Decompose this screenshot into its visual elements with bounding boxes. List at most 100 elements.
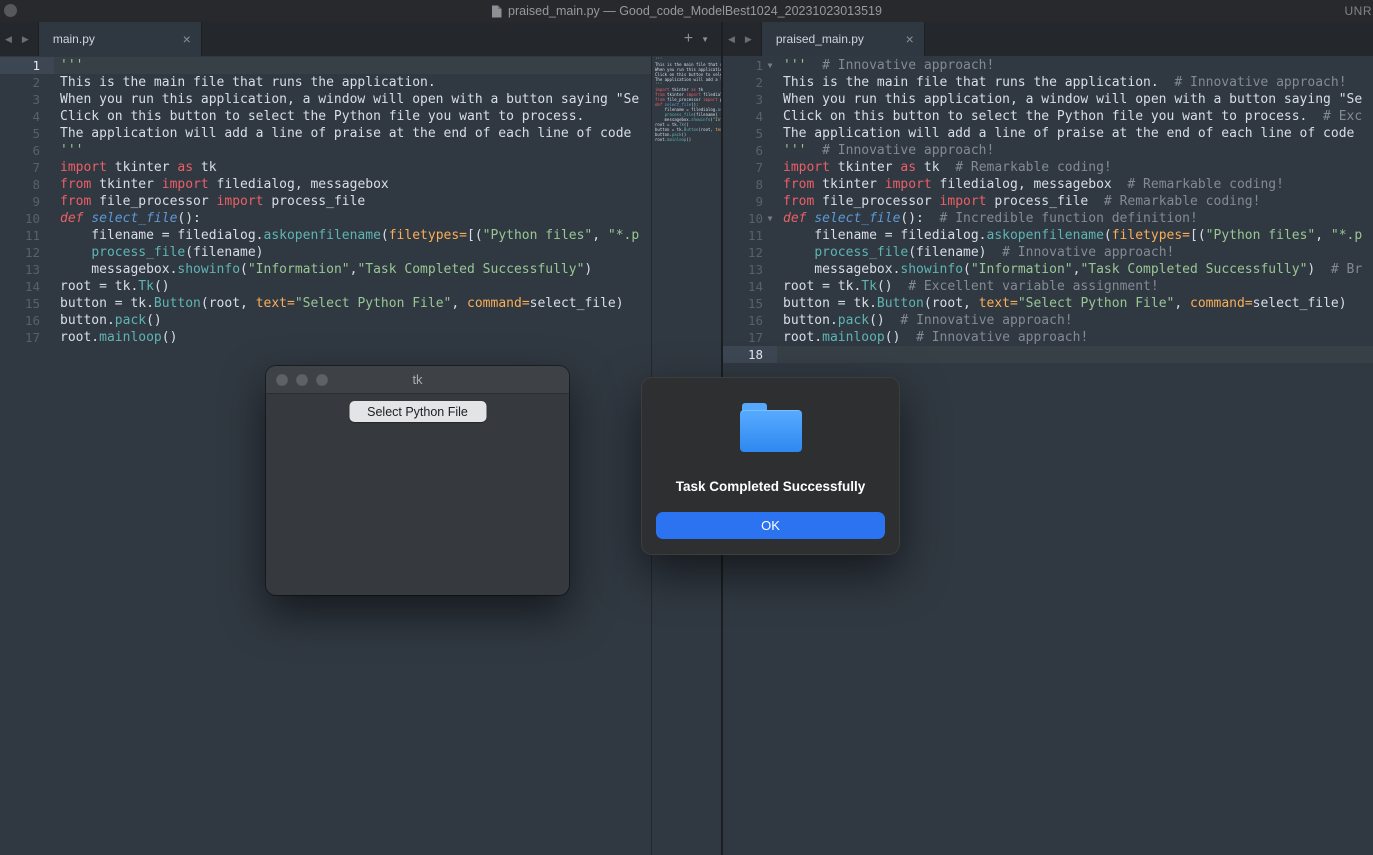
code-text[interactable]: from file_processor import process_file … bbox=[777, 193, 1373, 210]
fold-arrow-icon[interactable]: ▼ bbox=[763, 210, 777, 227]
code-text[interactable]: root = tk.Tk() bbox=[54, 278, 651, 295]
code-line[interactable]: 13 messagebox.showinfo("Information","Ta… bbox=[723, 261, 1373, 278]
code-text[interactable]: Click on this button to select the Pytho… bbox=[54, 108, 651, 125]
code-lines-left[interactable]: 1 ''' 2 This is the main file that runs the… bbox=[0, 57, 651, 346]
line-number[interactable]: 14 bbox=[0, 278, 40, 295]
code-line[interactable]: 2 This is the main file that runs the app… bbox=[0, 74, 651, 91]
code-line[interactable]: 12 process_file(filename) bbox=[0, 244, 651, 261]
line-number[interactable]: 4 bbox=[723, 108, 763, 125]
new-tab-icon[interactable]: + bbox=[678, 30, 699, 48]
line-number[interactable]: 12 bbox=[723, 244, 763, 261]
line-number[interactable]: 7 bbox=[0, 159, 40, 176]
line-number[interactable]: 6 bbox=[0, 142, 40, 159]
line-number[interactable]: 10 bbox=[0, 210, 40, 227]
code-line[interactable]: 4 Click on this button to select the Pyth… bbox=[723, 108, 1373, 125]
tk-window-titlebar[interactable]: tk bbox=[266, 366, 569, 394]
code-text[interactable]: from file_processor import process_file bbox=[54, 193, 651, 210]
code-line[interactable]: 17root.mainloop() # Innovative approach! bbox=[723, 329, 1373, 346]
code-line[interactable]: 1▼''' # Innovative approach! bbox=[723, 57, 1373, 74]
line-number[interactable]: 13 bbox=[723, 261, 763, 278]
code-text[interactable]: The application will add a line of prais… bbox=[54, 125, 651, 142]
tk-window[interactable]: tk Select Python File bbox=[266, 366, 569, 595]
line-number[interactable]: 9 bbox=[0, 193, 40, 210]
line-number[interactable]: 3 bbox=[0, 91, 40, 108]
line-number[interactable]: 14 bbox=[723, 278, 763, 295]
forward-icon[interactable]: ▶ bbox=[740, 34, 757, 45]
code-text[interactable]: def select_file(): bbox=[54, 210, 651, 227]
line-number[interactable]: 11 bbox=[0, 227, 40, 244]
tab-overflow-icon[interactable]: ▼ bbox=[699, 35, 721, 44]
code-text[interactable]: When you run this application, a window … bbox=[54, 91, 651, 108]
line-number[interactable]: 17 bbox=[723, 329, 763, 346]
close-icon[interactable]: × bbox=[183, 32, 191, 46]
back-icon[interactable]: ◀ bbox=[723, 34, 740, 45]
code-line[interactable]: 18 bbox=[723, 346, 1373, 363]
line-number[interactable]: 13 bbox=[0, 261, 40, 278]
code-text[interactable]: The application will add a line of prais… bbox=[777, 125, 1373, 142]
code-text[interactable]: filename = filedialog.askopenfilename(fi… bbox=[777, 227, 1373, 244]
line-number[interactable]: 1 bbox=[0, 57, 40, 74]
code-line[interactable]: 7 import tkinter as tk bbox=[0, 159, 651, 176]
code-text[interactable]: def select_file(): # Incredible function… bbox=[777, 210, 1373, 227]
line-number[interactable]: 8 bbox=[0, 176, 40, 193]
code-text[interactable]: ''' # Innovative approach! bbox=[777, 142, 1373, 159]
code-line[interactable]: 14 root = tk.Tk() bbox=[0, 278, 651, 295]
code-text[interactable]: Click on this button to select the Pytho… bbox=[777, 108, 1373, 125]
line-number[interactable]: 16 bbox=[0, 312, 40, 329]
code-line[interactable]: 3 When you run this application, a window… bbox=[723, 91, 1373, 108]
code-text[interactable]: button = tk.Button(root, text="Select Py… bbox=[54, 295, 651, 312]
line-number[interactable]: 11 bbox=[723, 227, 763, 244]
ok-button[interactable]: OK bbox=[656, 512, 885, 539]
forward-icon[interactable]: ▶ bbox=[17, 34, 34, 45]
code-text[interactable]: button.pack() # Innovative approach! bbox=[777, 312, 1373, 329]
line-number[interactable]: 18 bbox=[723, 346, 763, 363]
line-number[interactable]: 1 bbox=[723, 57, 763, 74]
line-number[interactable]: 10 bbox=[723, 210, 763, 227]
code-line[interactable]: 9 from file_processor import process_file… bbox=[723, 193, 1373, 210]
code-line[interactable]: 6 ''' bbox=[0, 142, 651, 159]
zoom-window-icon[interactable] bbox=[316, 374, 328, 386]
line-number[interactable]: 17 bbox=[0, 329, 40, 346]
code-line[interactable]: 12 process_file(filename) # Innovative a… bbox=[723, 244, 1373, 261]
line-number[interactable]: 4 bbox=[0, 108, 40, 125]
code-line[interactable]: 13 messagebox.showinfo("Information","Ta… bbox=[0, 261, 651, 278]
code-text[interactable] bbox=[777, 346, 1373, 363]
line-number[interactable]: 5 bbox=[723, 125, 763, 142]
code-line[interactable]: 5The application will add a line of prai… bbox=[0, 125, 651, 142]
code-text[interactable]: import tkinter as tk bbox=[54, 159, 651, 176]
close-window-icon[interactable] bbox=[276, 374, 288, 386]
code-text[interactable]: filename = filedialog.askopenfilename(fi… bbox=[54, 227, 651, 244]
line-number[interactable]: 16 bbox=[723, 312, 763, 329]
code-text[interactable]: ''' bbox=[54, 142, 651, 159]
code-text[interactable]: process_file(filename) # Innovative appr… bbox=[777, 244, 1373, 261]
code-text[interactable]: When you run this application, a window … bbox=[777, 91, 1373, 108]
code-text[interactable]: button = tk.Button(root, text="Select Py… bbox=[777, 295, 1373, 312]
code-line[interactable]: 15 button = tk.Button(root, text="Select … bbox=[723, 295, 1373, 312]
code-line[interactable]: 2This is the main file that runs the app… bbox=[723, 74, 1373, 91]
code-line[interactable]: 9 from file_processor import process_file bbox=[0, 193, 651, 210]
line-number[interactable]: 6 bbox=[723, 142, 763, 159]
line-number[interactable]: 15 bbox=[723, 295, 763, 312]
code-text[interactable]: messagebox.showinfo("Information","Task … bbox=[777, 261, 1373, 278]
code-line[interactable]: 10▼def select_file(): # Incredible funct… bbox=[723, 210, 1373, 227]
code-line[interactable]: 3 When you run this application, a window… bbox=[0, 91, 651, 108]
minimize-window-icon[interactable] bbox=[296, 374, 308, 386]
line-number[interactable]: 2 bbox=[723, 74, 763, 91]
line-number[interactable]: 3 bbox=[723, 91, 763, 108]
back-icon[interactable]: ◀ bbox=[0, 34, 17, 45]
code-text[interactable]: ''' # Innovative approach! bbox=[777, 57, 1373, 74]
code-lines-right[interactable]: 1▼''' # Innovative approach!2This is the… bbox=[723, 57, 1373, 363]
code-text[interactable]: messagebox.showinfo("Information","Task … bbox=[54, 261, 651, 278]
code-line[interactable]: 8from tkinter import filedialog, message… bbox=[723, 176, 1373, 193]
line-number[interactable]: 9 bbox=[723, 193, 763, 210]
code-text[interactable]: process_file(filename) bbox=[54, 244, 651, 261]
code-line[interactable]: 11 filename = filedialog.askopenfilename… bbox=[0, 227, 651, 244]
code-line[interactable]: 6 ''' # Innovative approach! bbox=[723, 142, 1373, 159]
code-line[interactable]: 16 button.pack() # Innovative approach! bbox=[723, 312, 1373, 329]
line-number[interactable]: 7 bbox=[723, 159, 763, 176]
code-text[interactable]: ''' bbox=[54, 57, 651, 74]
line-number[interactable]: 12 bbox=[0, 244, 40, 261]
line-number[interactable]: 2 bbox=[0, 74, 40, 91]
code-line[interactable]: 11 filename = filedialog.askopenfilename… bbox=[723, 227, 1373, 244]
code-text[interactable]: This is the main file that runs the appl… bbox=[54, 74, 651, 91]
